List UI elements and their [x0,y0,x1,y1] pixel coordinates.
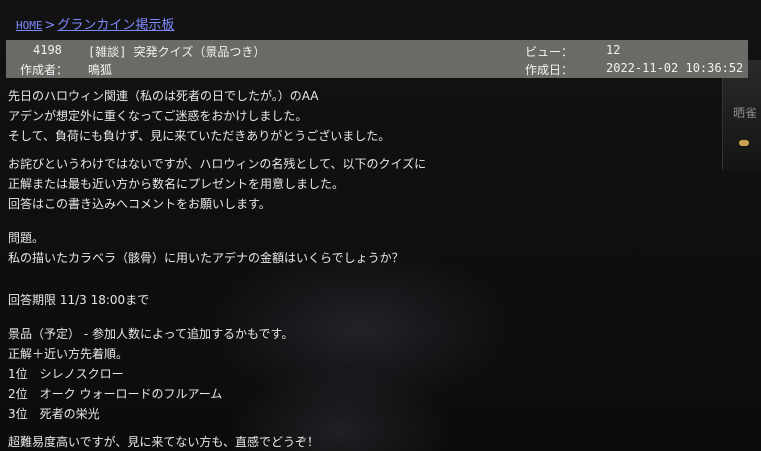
views-label: ビュー： [525,45,574,59]
post-body: 先日のハロウィン関連（私のは死者の日でしたが。）のAA アデンが想定外に重くなっ… [8,86,708,451]
post-title: [雑談] 突発クイズ（景品つき） [88,45,266,59]
author-label: 作成者： [20,63,69,77]
side-panel-text: 晒雀 [732,106,757,120]
body-line: 回答はこの書き込みへコメントをお願いします。 [8,197,271,211]
body-line: 景品（予定） - 参加人数によって追加するかもです。 [8,327,294,341]
breadcrumb-home-link[interactable]: HOME [16,19,43,32]
body-line: 先日のハロウィン関連（私のは死者の日でしたが。）のAA [8,89,319,103]
body-line: 超難易度高いですが、見に来てない方も、直感でどうぞ！ [8,435,320,449]
breadcrumb-board-link[interactable]: グランカイン掲示板 [57,18,174,33]
body-paragraph-2: お詫びというわけではないですが、ハロウィンの名残として、以下のクイズに 正解また… [8,154,708,214]
breadcrumb: HOME > グランカイン掲示板 [16,14,174,33]
body-paragraph-1: 先日のハロウィン関連（私のは死者の日でしたが。）のAA アデンが想定外に重くなっ… [8,86,708,146]
answer-deadline: 回答期限 11/3 18:00まで [8,290,708,310]
body-line: 回答期限 11/3 18:00まで [8,293,150,307]
body-line: 問題。 [8,231,45,245]
prize-item: 3位 死者の栄光 [8,407,100,421]
date-label: 作成日： [525,63,574,77]
author-value[interactable]: 鳴狐 [88,61,112,78]
page: 晒雀 HOME > グランカイン掲示板 4198 [雑談] 突発クイズ（景品つき） … [0,0,761,451]
body-line: 正解または最も近い方から数名にプレゼントを用意しました。 [8,177,345,191]
views-value: 12 [606,43,621,57]
post-number: 4198 [33,43,62,57]
quiz-question: 問題。 私の描いたカラベラ（骸骨）に用いたアデナの金額はいくらでしょうか？ [8,228,708,268]
date-value: 2022-11-02 10:36:52 [606,61,744,75]
body-line: 正解＋近い方先着順。 [8,347,129,361]
body-line: 私の描いたカラベラ（骸骨）に用いたアデナの金額はいくらでしょうか？ [8,251,404,265]
body-line: アデンが想定外に重くなってご迷惑をおかけしました。 [8,109,308,123]
post-header: 4198 [雑談] 突発クイズ（景品つき） ビュー： 12 作成者： 鳴狐 作成… [6,40,748,78]
body-line: お詫びというわけではないですが、ハロウィンの名残として、以下のクイズに [8,157,427,171]
body-line: そして、負荷にも負けず、見に来ていただきありがとうございました。 [8,129,391,143]
prize-item: 2位 オーク ウォーロードのフルアーム [8,387,223,401]
prize-item: 1位 シレノスクロー [8,367,124,381]
closing-line: 超難易度高いですが、見に来てない方も、直感でどうぞ！ [8,432,708,451]
prize-list: 景品（予定） - 参加人数によって追加するかもです。 正解＋近い方先着順。 1位… [8,324,708,424]
breadcrumb-separator: > [44,18,56,33]
coin-icon [739,140,749,146]
